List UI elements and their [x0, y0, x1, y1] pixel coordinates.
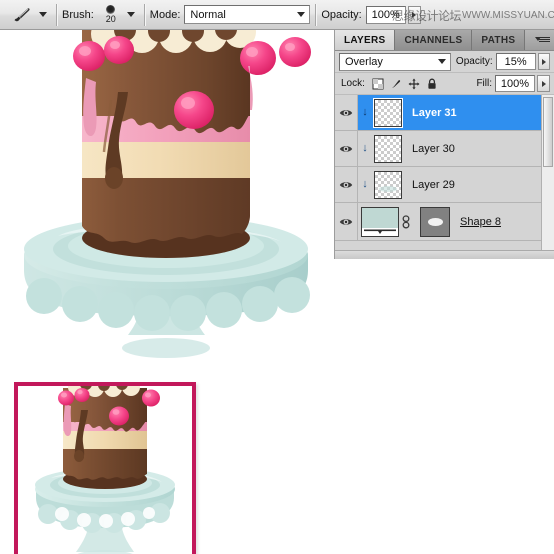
selection-preview-thumbnail[interactable]	[14, 382, 196, 554]
layer-name[interactable]: Layer 31	[412, 107, 457, 119]
brush-label: Brush:	[62, 8, 94, 21]
opacity-input[interactable]: 100%	[365, 5, 406, 24]
opacity-spinner-arrow-icon[interactable]	[407, 5, 421, 24]
tab-paths[interactable]: PATHS	[472, 30, 526, 50]
layer-thumbnail[interactable]	[374, 134, 402, 163]
lock-row: Lock: Fill: 100%	[335, 73, 554, 95]
panel-menu-icon[interactable]	[535, 33, 550, 46]
layer-thumbnail[interactable]	[374, 98, 402, 127]
layer-list[interactable]: ↓ Layer 31 ↓ Layer 30 ↓ Layer 29 Shape 8	[335, 95, 554, 250]
lock-all-icon[interactable]	[426, 78, 438, 90]
layer-thumbnail[interactable]	[374, 170, 402, 199]
clipping-mask-arrow-icon: ↓	[362, 106, 368, 118]
tab-channels[interactable]: CHANNELS	[395, 30, 473, 50]
layers-panel: LAYERS CHANNELS PATHS Overlay Opacity: 1…	[334, 30, 554, 259]
toolbar-divider-1	[56, 3, 57, 26]
layer-row-shape-8[interactable]: Shape 8	[335, 203, 554, 241]
vector-mask-icon	[427, 217, 443, 226]
mode-chevron-down-icon	[297, 12, 306, 17]
panel-opacity-label: Opacity:	[455, 56, 493, 67]
panel-bottom-strip	[335, 250, 554, 259]
layer-visibility-toggle[interactable]	[335, 95, 358, 130]
brush-size-value: 20	[105, 14, 116, 24]
layer-row-layer-30[interactable]: ↓ Layer 30	[335, 131, 554, 167]
eye-icon	[339, 218, 353, 225]
brush-size-preview[interactable]: 20	[98, 5, 124, 24]
eye-icon	[339, 109, 353, 116]
vector-mask-thumbnail[interactable]	[420, 206, 450, 237]
cake-illustration	[0, 30, 333, 390]
panel-tab-bar: LAYERS CHANNELS PATHS	[335, 30, 554, 51]
layer-visibility-toggle[interactable]	[335, 203, 358, 240]
fill-spinner-arrow-icon[interactable]	[537, 75, 550, 92]
mode-dropdown[interactable]: Normal	[184, 5, 311, 24]
layer-name[interactable]: Layer 29	[412, 179, 455, 191]
tool-preset-chevron-down-icon[interactable]	[39, 12, 47, 17]
mode-value: Normal	[190, 8, 226, 21]
canvas-right-margin	[327, 30, 333, 554]
clipping-mask-arrow-icon: ↓	[362, 178, 368, 190]
opacity-label: Opacity:	[321, 8, 362, 21]
layer-name[interactable]: Layer 30	[412, 143, 455, 155]
blend-mode-value: Overlay	[345, 55, 383, 68]
panel-opacity-input[interactable]: 15%	[495, 53, 536, 70]
mode-label: Mode:	[149, 8, 181, 21]
options-bar: Brush: 20 Mode: Normal Opacity: 100%	[0, 0, 554, 30]
fill-input[interactable]: 100%	[495, 75, 535, 92]
lock-label: Lock:	[341, 78, 365, 89]
blend-mode-chevron-down-icon	[437, 59, 446, 64]
blend-mode-dropdown[interactable]: Overlay	[339, 52, 451, 71]
toolbar-divider-2	[143, 3, 145, 26]
eye-icon	[339, 181, 353, 188]
layer-thumbnail[interactable]	[361, 206, 399, 237]
layer-visibility-toggle[interactable]	[335, 131, 358, 166]
brush-tip-icon	[106, 5, 116, 14]
clipping-mask-arrow-icon: ↓	[362, 142, 368, 154]
link-chain-icon[interactable]	[401, 214, 411, 229]
lock-position-icon[interactable]	[408, 78, 420, 90]
layer-name[interactable]: Shape 8	[460, 216, 501, 228]
toolbar-divider-3	[315, 3, 317, 26]
lock-transparent-pixels-icon[interactable]	[372, 78, 384, 90]
scrollbar-thumb[interactable]	[543, 97, 553, 167]
blend-mode-row: Overlay Opacity: 15%	[335, 51, 554, 73]
cake-thumbnail-illustration	[18, 386, 192, 554]
layer-row-layer-31[interactable]: ↓ Layer 31	[335, 95, 554, 131]
tool-preset-picker[interactable]	[6, 4, 36, 26]
brush-icon	[14, 7, 30, 21]
layer-visibility-toggle[interactable]	[335, 167, 358, 202]
brush-chevron-down-icon[interactable]	[126, 12, 135, 17]
eye-icon	[339, 145, 353, 152]
layer-row-layer-29[interactable]: ↓ Layer 29	[335, 167, 554, 203]
layers-scrollbar[interactable]	[541, 95, 554, 250]
panel-opacity-spinner-arrow-icon[interactable]	[537, 53, 550, 70]
tab-layers[interactable]: LAYERS	[335, 30, 396, 50]
lock-image-pixels-icon[interactable]	[390, 78, 402, 90]
fill-label: Fill:	[476, 78, 492, 89]
